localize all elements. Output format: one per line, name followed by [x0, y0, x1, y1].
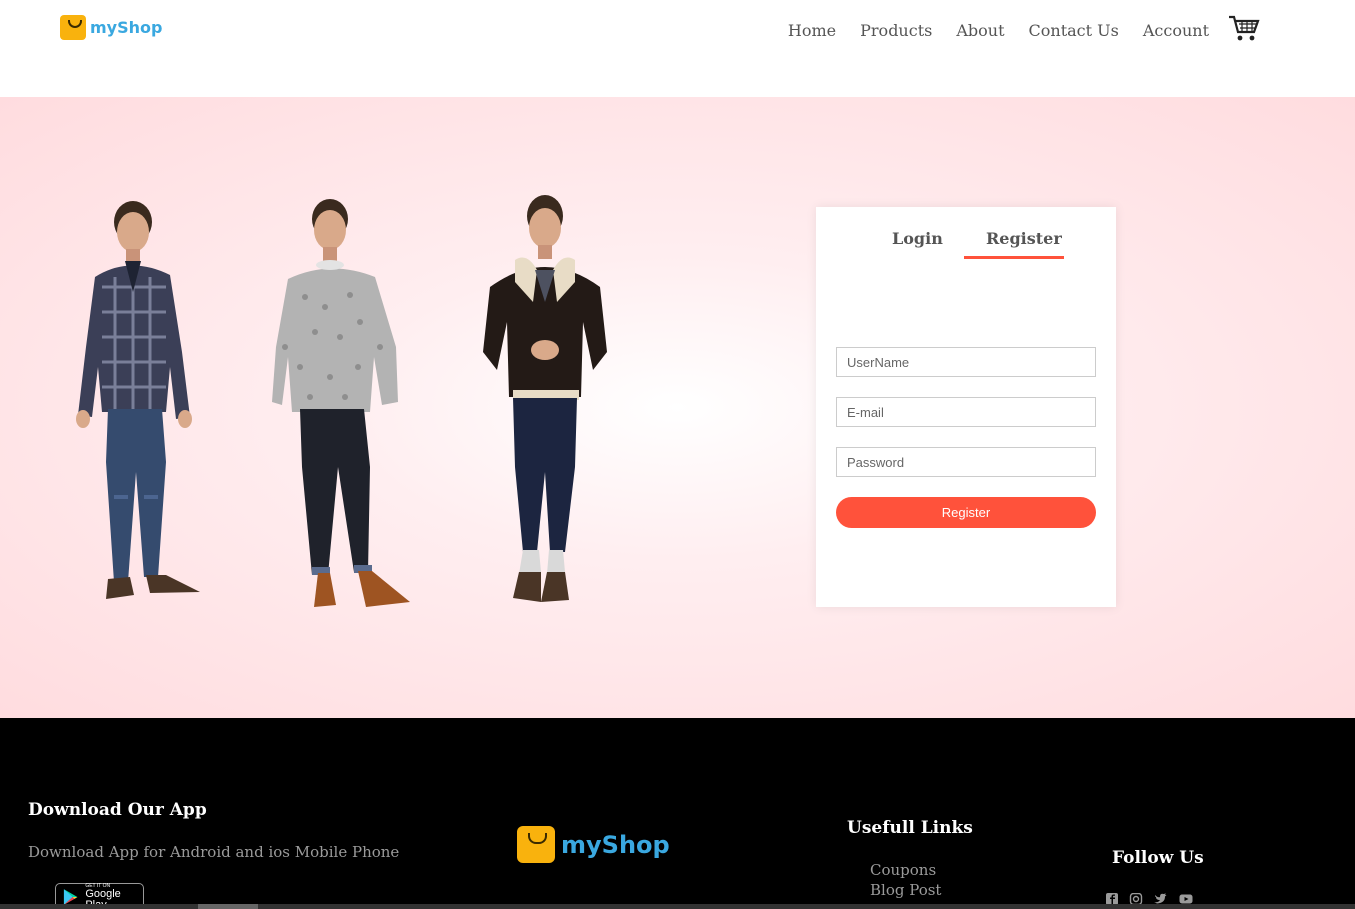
active-tab-indicator [964, 256, 1064, 259]
follow-us-title: Follow Us [1112, 848, 1204, 868]
shopping-bag-icon [60, 15, 86, 40]
nav-products[interactable]: Products [860, 21, 932, 40]
register-button[interactable]: Register [836, 497, 1096, 528]
footer: Download Our App Download App for Androi… [0, 718, 1355, 909]
tab-register[interactable]: Register [986, 229, 1062, 248]
shopping-bag-icon [517, 826, 555, 863]
hero-section: Login Register Register [0, 97, 1355, 718]
model-plaid-shirt-image [76, 201, 200, 599]
footer-brand-name: myShop [561, 830, 670, 859]
nav-account[interactable]: Account [1143, 21, 1209, 40]
password-input[interactable] [836, 447, 1096, 477]
download-app-title: Download Our App [28, 800, 207, 820]
tab-login[interactable]: Login [892, 229, 943, 248]
main-nav: Home Products About Contact Us Account [764, 21, 1209, 40]
download-app-text: Download App for Android and ios Mobile … [28, 843, 400, 861]
brand-name: myShop [90, 18, 163, 37]
footer-logo: myShop [517, 826, 670, 863]
footer-link-coupons[interactable]: Coupons [870, 861, 936, 879]
cart-icon[interactable] [1228, 14, 1260, 42]
auth-form-card: Login Register Register [816, 207, 1116, 607]
nav-contact-us[interactable]: Contact Us [1029, 21, 1119, 40]
nav-home[interactable]: Home [788, 21, 836, 40]
model-leather-jacket-image [483, 195, 607, 602]
header-logo[interactable]: myShop [60, 15, 162, 40]
nav-about[interactable]: About [956, 21, 1004, 40]
username-input[interactable] [836, 347, 1096, 377]
email-input[interactable] [836, 397, 1096, 427]
model-grey-sweater-image [272, 199, 410, 607]
navbar: myShop Home Products About Contact Us Ac… [0, 0, 1355, 97]
footer-link-blog-post[interactable]: Blog Post [870, 881, 941, 899]
useful-links-title: Usefull Links [847, 818, 973, 838]
scrollbar-thumb[interactable] [198, 904, 258, 909]
